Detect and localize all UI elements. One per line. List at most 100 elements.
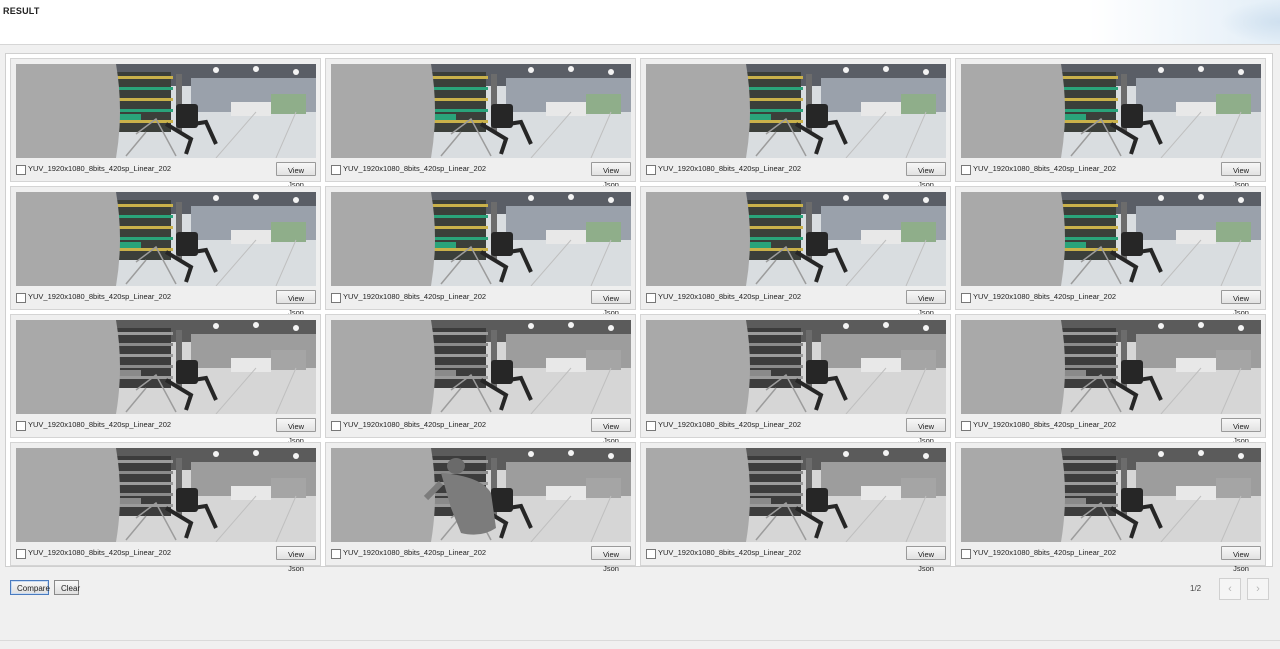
result-label: YUV_1920x1080_8bits_420sp_Linear_202 (973, 164, 1117, 173)
result-header: RESULT (0, 0, 1280, 45)
select-checkbox[interactable] (331, 549, 341, 559)
select-checkbox[interactable] (16, 293, 26, 303)
result-card: YUV_1920x1080_8bits_420sp_Linear_202 View… (10, 314, 321, 445)
result-thumbnail[interactable] (961, 64, 1261, 158)
thumbnail-svg (331, 448, 631, 542)
thumbnail-svg (331, 320, 631, 414)
view-json-button[interactable]: View Json (591, 546, 631, 573)
results-panel: YUV_1920x1080_8bits_420sp_Linear_202 View… (5, 53, 1273, 573)
result-card-footer: YUV_1920x1080_8bits_420sp_Linear_202 View… (646, 546, 946, 573)
select-checkbox[interactable] (961, 549, 971, 559)
view-json-button[interactable]: View Json (906, 546, 946, 573)
page-title: RESULT (3, 6, 40, 16)
result-thumbnail[interactable] (331, 64, 631, 158)
select-checkbox[interactable] (646, 165, 656, 175)
thumbnail-svg (16, 448, 316, 542)
result-card-footer: YUV_1920x1080_8bits_420sp_Linear_202 View… (331, 418, 631, 445)
thumbnail-svg (646, 192, 946, 286)
result-thumbnail[interactable] (16, 64, 316, 158)
view-json-button[interactable]: View Json (906, 162, 946, 189)
result-thumbnail[interactable] (16, 448, 316, 542)
result-label: YUV_1920x1080_8bits_420sp_Linear_202 (658, 548, 802, 557)
result-card-footer: YUV_1920x1080_8bits_420sp_Linear_202 View… (16, 290, 316, 317)
result-card: YUV_1920x1080_8bits_420sp_Linear_202 View… (955, 186, 1266, 317)
chevron-left-icon: ‹ (1228, 583, 1232, 595)
result-thumbnail[interactable] (331, 448, 631, 542)
view-json-button[interactable]: View Json (276, 418, 316, 445)
view-json-button[interactable]: View Json (906, 418, 946, 445)
prev-page-button[interactable]: ‹ (1219, 578, 1241, 600)
select-checkbox[interactable] (646, 293, 656, 303)
view-json-button[interactable]: View Json (591, 162, 631, 189)
result-label: YUV_1920x1080_8bits_420sp_Linear_202 (973, 420, 1117, 429)
select-checkbox[interactable] (646, 421, 656, 431)
result-thumbnail[interactable] (961, 448, 1261, 542)
thumbnail-svg (961, 64, 1261, 158)
result-card: YUV_1920x1080_8bits_420sp_Linear_202 View… (10, 58, 321, 189)
result-card: YUV_1920x1080_8bits_420sp_Linear_202 View… (955, 314, 1266, 445)
footer-divider (0, 640, 1280, 641)
result-card-footer: YUV_1920x1080_8bits_420sp_Linear_202 View… (331, 546, 631, 573)
result-card-footer: YUV_1920x1080_8bits_420sp_Linear_202 View… (646, 418, 946, 445)
view-json-button[interactable]: View Json (1221, 546, 1261, 573)
thumbnail-svg (961, 320, 1261, 414)
result-thumbnail[interactable] (646, 64, 946, 158)
view-json-button[interactable]: View Json (1221, 418, 1261, 445)
result-card-footer: YUV_1920x1080_8bits_420sp_Linear_202 View… (331, 162, 631, 189)
clear-button[interactable]: Clear (54, 580, 80, 595)
result-thumbnail[interactable] (16, 192, 316, 286)
result-card: YUV_1920x1080_8bits_420sp_Linear_202 View… (325, 186, 636, 317)
result-label: YUV_1920x1080_8bits_420sp_Linear_202 (28, 548, 172, 557)
result-card-footer: YUV_1920x1080_8bits_420sp_Linear_202 View… (646, 290, 946, 317)
thumbnail-svg (16, 64, 316, 158)
view-json-button[interactable]: View Json (276, 546, 316, 573)
select-checkbox[interactable] (961, 421, 971, 431)
thumbnail-svg (961, 448, 1261, 542)
result-thumbnail[interactable] (646, 320, 946, 414)
result-card: YUV_1920x1080_8bits_420sp_Linear_202 View… (10, 442, 321, 573)
result-label: YUV_1920x1080_8bits_420sp_Linear_202 (658, 292, 802, 301)
select-checkbox[interactable] (331, 165, 341, 175)
view-json-button[interactable]: View Json (1221, 162, 1261, 189)
result-thumbnail[interactable] (331, 192, 631, 286)
view-json-button[interactable]: View Json (276, 290, 316, 317)
select-checkbox[interactable] (331, 293, 341, 303)
select-checkbox[interactable] (961, 165, 971, 175)
result-thumbnail[interactable] (646, 192, 946, 286)
result-thumbnail[interactable] (961, 320, 1261, 414)
result-thumbnail[interactable] (961, 192, 1261, 286)
view-json-button[interactable]: View Json (591, 418, 631, 445)
result-card-footer: YUV_1920x1080_8bits_420sp_Linear_202 View… (961, 290, 1261, 317)
result-thumbnail[interactable] (646, 448, 946, 542)
result-thumbnail[interactable] (16, 320, 316, 414)
view-json-button[interactable]: View Json (591, 290, 631, 317)
result-card: YUV_1920x1080_8bits_420sp_Linear_202 View… (325, 58, 636, 189)
compare-button[interactable]: Compare (10, 580, 50, 595)
thumbnail-svg (961, 192, 1261, 286)
result-card-footer: YUV_1920x1080_8bits_420sp_Linear_202 View… (16, 418, 316, 445)
thumbnail-svg (16, 320, 316, 414)
result-label: YUV_1920x1080_8bits_420sp_Linear_202 (973, 548, 1117, 557)
result-label: YUV_1920x1080_8bits_420sp_Linear_202 (658, 420, 802, 429)
next-page-button[interactable]: › (1247, 578, 1269, 600)
result-label: YUV_1920x1080_8bits_420sp_Linear_202 (343, 292, 487, 301)
select-checkbox[interactable] (16, 165, 26, 175)
select-checkbox[interactable] (16, 549, 26, 559)
view-json-button[interactable]: View Json (276, 162, 316, 189)
result-label: YUV_1920x1080_8bits_420sp_Linear_202 (343, 164, 487, 173)
thumbnail-svg (646, 320, 946, 414)
select-checkbox[interactable] (961, 293, 971, 303)
result-card-footer: YUV_1920x1080_8bits_420sp_Linear_202 View… (961, 162, 1261, 189)
select-checkbox[interactable] (646, 549, 656, 559)
select-checkbox[interactable] (16, 421, 26, 431)
header-decoration (1220, 0, 1280, 44)
view-json-button[interactable]: View Json (1221, 290, 1261, 317)
result-card: YUV_1920x1080_8bits_420sp_Linear_202 View… (325, 442, 636, 573)
view-json-button[interactable]: View Json (906, 290, 946, 317)
result-card: YUV_1920x1080_8bits_420sp_Linear_202 View… (955, 442, 1266, 573)
result-label: YUV_1920x1080_8bits_420sp_Linear_202 (973, 292, 1117, 301)
select-checkbox[interactable] (331, 421, 341, 431)
result-thumbnail[interactable] (331, 320, 631, 414)
result-card: YUV_1920x1080_8bits_420sp_Linear_202 View… (640, 58, 951, 189)
result-card-footer: YUV_1920x1080_8bits_420sp_Linear_202 View… (16, 162, 316, 189)
